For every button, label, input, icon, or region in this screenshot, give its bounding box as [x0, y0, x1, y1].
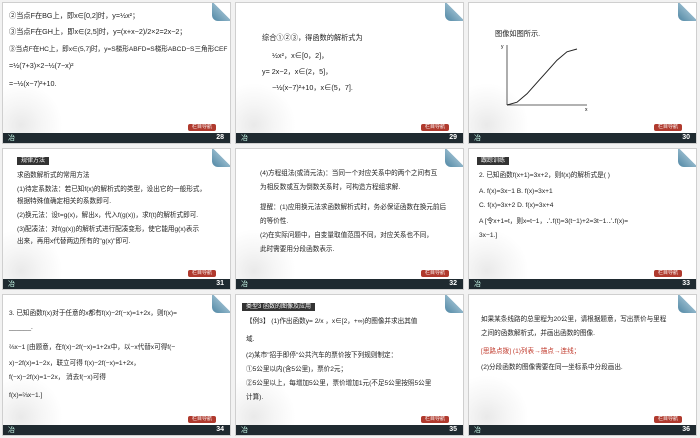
slide-30[interactable]: 图像如图所示. x y 栏目导航 冶 30: [468, 2, 697, 144]
section-header: 类型3 函数的图像及应用: [242, 303, 316, 311]
slide-number: 33: [682, 280, 690, 287]
slide-34[interactable]: 3. 已知函数f(x)对于任意的x都有f(x)−2f(−x)=1+2x，则f(x…: [2, 294, 231, 436]
slide-31[interactable]: 规律方法 求函数解析式的常用方法 (1)待定系数法：若已知f(x)的解析式的类型…: [2, 148, 231, 290]
slide-footer: 冶 36: [469, 425, 696, 435]
curve: [506, 48, 578, 106]
line: ______.: [9, 324, 33, 331]
section-header: 规律方法: [17, 157, 50, 165]
page-curl-icon: [445, 3, 463, 21]
page-curl-icon: [678, 149, 696, 167]
page-curl-icon: [445, 295, 463, 313]
line: =−½(x−7)²+10.: [9, 79, 57, 88]
line: 2. 已知函数f(x+1)=3x+2，则f(x)的解析式是( ): [479, 172, 610, 179]
line: ②当点F在BG上，即x∈[0,2]时，y=½x²；: [9, 11, 140, 20]
line: 【例3】 (1)作出函数y= 2/x ，x∈[2，+∞)的图像并求出其值: [246, 318, 418, 325]
slide-number: 35: [449, 426, 457, 433]
line: (2)某市"招手即停"公共汽车的票价按下列规则制定：: [246, 352, 398, 359]
line: C. f(x)=3x+2 D. f(x)=3x+4: [479, 202, 554, 209]
line: 此时需要用分段函数表示.: [260, 246, 335, 253]
slide-32[interactable]: (4)方程组法(或消元法)：当同一个对应关系中的两个之间有互 为相反数或互为倒数…: [235, 148, 464, 290]
line: 图像如图所示.: [495, 29, 541, 38]
line: A. f(x)=3x−1 B. f(x)=3x+1: [479, 188, 553, 195]
page-curl-icon: [678, 3, 696, 21]
line: f(x)=⅔x−1.]: [9, 392, 43, 399]
nav-pill[interactable]: 栏目导航: [420, 416, 449, 423]
slide-number: 36: [682, 426, 690, 433]
line: ⅔x−1 [由题意，在f(x)−2f(−x)=1+2x中，以−x代替x可得f(−: [9, 344, 176, 351]
y-axis-label: y: [501, 44, 504, 50]
slide-36[interactable]: 如果某条线路的总里程为20公里，请根据题意，写出票价与里程 之间的函数解析式，并…: [468, 294, 697, 436]
line: (1)待定系数法：若已知f(x)的解析式的类型，设出它的一般形式，: [17, 186, 207, 193]
line: ①5公里以内(含5公里)，票价2元；: [246, 366, 348, 373]
line: (2)在实际问题中，自变量取值范围不同，对应关系也不同，: [260, 232, 433, 239]
line: 为相反数或互为倒数关系时，可构造方程组求解.: [260, 184, 401, 191]
slide-footer: 冶 33: [469, 279, 696, 289]
line: ②5公里以上，每增加5公里，票价增加1元(不足5公里按照5公里: [246, 380, 432, 387]
line: 域.: [246, 336, 255, 343]
line: 根据特殊值确定相关的系数即可.: [17, 198, 112, 205]
line: (3)配凑法：对f(g(x))的解析式进行配凑变形，使它能用g(x)表示: [17, 226, 200, 233]
line: =½(7+3)×2−½(7−x)²: [9, 61, 74, 70]
line: 综合①②③，得函数的解析式为: [262, 33, 363, 42]
slide-29[interactable]: 综合①②③，得函数的解析式为 ½x²，x∈[0，2]， y= 2x−2，x∈(2…: [235, 2, 464, 144]
nav-pill[interactable]: 栏目导航: [420, 124, 449, 131]
line: x)−2f(x)=1−2x，联立可得 f(x)−2f(−x)=1+2x，: [9, 360, 140, 367]
slide-footer: 冶 30: [469, 133, 696, 143]
line: f(−x)−2f(x)=1−2x， 消去f(−x)可得: [9, 374, 106, 381]
slide-footer: 冶 32: [236, 279, 463, 289]
slide-footer: 冶 34: [3, 425, 230, 435]
nav-pill[interactable]: 栏目导航: [187, 270, 216, 277]
line: ③当点F在GH上，即x∈(2,5]时，y=(x+x−2)/2×2=2x−2；: [9, 27, 187, 36]
line: (2)换元法：设t=g(x)，解出x，代入f(g(x))，求f(t)的解析式即可…: [17, 212, 199, 219]
slide-33[interactable]: 跟踪训练 2. 已知函数f(x+1)=3x+2，则f(x)的解析式是( ) A.…: [468, 148, 697, 290]
line: ③当点F在HC上，即x∈(5,7]时，y=S梯形ABFD=S梯形ABCD−S三角…: [9, 46, 228, 53]
line: y= 2x−2，x∈(2，5]，: [262, 67, 333, 76]
line: 的等价性.: [260, 218, 289, 225]
nav-pill[interactable]: 栏目导航: [187, 124, 216, 131]
slide-footer: 冶 31: [3, 279, 230, 289]
slide-35[interactable]: 类型3 函数的图像及应用 【例3】 (1)作出函数y= 2/x ，x∈[2，+∞…: [235, 294, 464, 436]
line: −½(x−7)²+10，x∈(5，7].: [272, 83, 353, 92]
nav-pill[interactable]: 栏目导航: [653, 124, 682, 131]
line: 之间的函数解析式，并画出函数的图像.: [481, 330, 595, 337]
slide-footer: 冶 29: [236, 133, 463, 143]
nav-pill[interactable]: 栏目导航: [653, 270, 682, 277]
nav-pill[interactable]: 栏目导航: [653, 416, 682, 423]
function-graph: x y: [501, 44, 588, 111]
line: 求函数解析式的常用方法: [17, 172, 90, 179]
line: A [令x+1=t，则x=t−1，∴f(t)=3(t−1)+2=3t−1.∴f(…: [479, 218, 629, 225]
page-curl-icon: [445, 149, 463, 167]
slide-number: 29: [449, 134, 457, 141]
line: 出来，再用x代替两边所有的"g(x)"即可.: [17, 238, 131, 245]
page-curl-icon: [678, 295, 696, 313]
line: (2)分段函数的图像需要在同一坐标系中分段画出.: [481, 364, 623, 371]
x-axis-label: x: [585, 107, 588, 111]
line: ½x²，x∈[0，2]，: [272, 51, 329, 60]
page-curl-icon: [212, 149, 230, 167]
slide-footer: 冶 28: [3, 133, 230, 143]
line: (4)方程组法(或消元法)：当同一个对应关系中的两个之间有互: [260, 170, 438, 177]
line: 计算).: [246, 394, 264, 401]
nav-pill[interactable]: 栏目导航: [420, 270, 449, 277]
line: 提醒：(1)应用换元法求函数解析式时，务必保证函数在换元前后: [260, 204, 447, 211]
line: [思路点拨] (1)列表→描点→连线；: [481, 348, 581, 355]
section-header: 跟踪训练: [477, 157, 510, 165]
slide-number: 31: [216, 280, 224, 287]
nav-pill[interactable]: 栏目导航: [187, 416, 216, 423]
slide-number: 30: [682, 134, 690, 141]
page-curl-icon: [212, 3, 230, 21]
slide-28[interactable]: ②当点F在BG上，即x∈[0,2]时，y=½x²； ③当点F在GH上，即x∈(2…: [2, 2, 231, 144]
page-curl-icon: [212, 295, 230, 313]
slide-number: 28: [216, 134, 224, 141]
slide-grid: ②当点F在BG上，即x∈[0,2]时，y=½x²； ③当点F在GH上，即x∈(2…: [0, 0, 700, 438]
line: 如果某条线路的总里程为20公里，请根据题意，写出票价与里程: [481, 316, 667, 323]
slide-number: 34: [216, 426, 224, 433]
slide-footer: 冶 35: [236, 425, 463, 435]
line: 3. 已知函数f(x)对于任意的x都有f(x)−2f(−x)=1+2x，则f(x…: [9, 310, 177, 317]
line: 3x−1.]: [479, 232, 498, 239]
slide-number: 32: [449, 280, 457, 287]
